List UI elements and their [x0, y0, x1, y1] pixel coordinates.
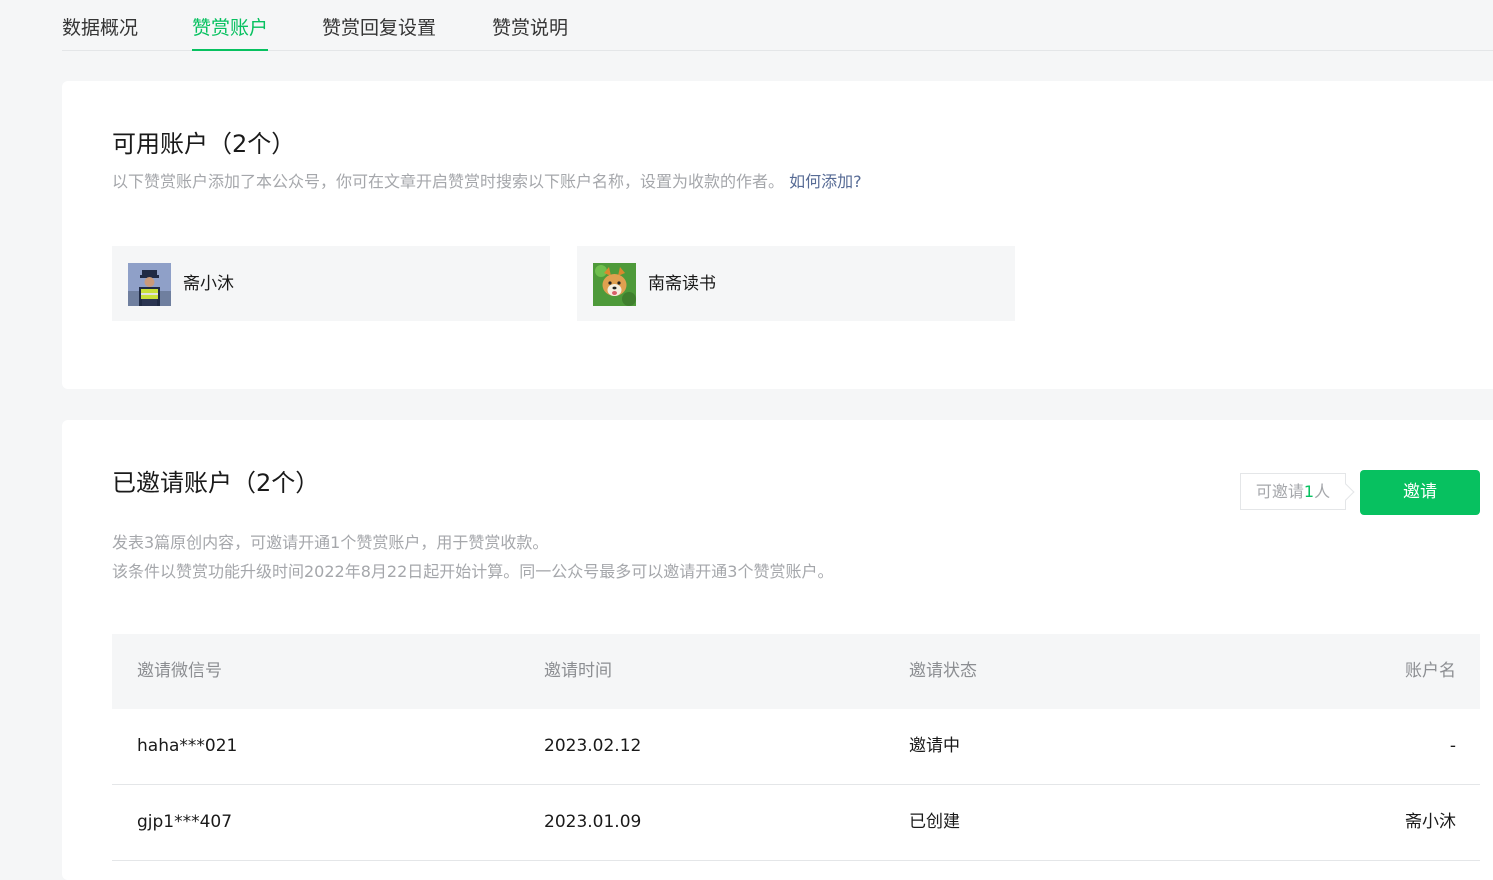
invited-desc-line1: 发表3篇原创内容，可邀请开通1个赞赏账户，用于赞赏收款。: [112, 533, 549, 552]
col-invite-time: 邀请时间: [544, 661, 612, 681]
available-accounts-desc: 以下赞赏账户添加了本公众号，你可在文章开启赞赏时搜索以下账户名称，设置为收款的作…: [112, 167, 862, 196]
account-card-2[interactable]: 南斋读书: [577, 246, 1015, 321]
quota-suffix: 人: [1314, 482, 1331, 501]
invited-desc-line2: 该条件以赞赏功能升级时间2022年8月22日起开始计算。同一公众号最多可以邀请开…: [112, 562, 834, 581]
table-row: gjp1***407 2023.01.09 已创建 斋小沐: [112, 785, 1480, 861]
tab-reward-instructions[interactable]: 赞赏说明: [492, 14, 568, 49]
tip-arrow-icon: [1337, 483, 1355, 501]
table-row: haha***021 2023.02.12 邀请中 -: [112, 709, 1480, 785]
how-to-add-link[interactable]: 如何添加?: [789, 172, 862, 191]
quota-prefix: 可邀请: [1255, 482, 1304, 501]
available-accounts-title: 可用账户（2个）: [112, 130, 296, 158]
police-avatar: [128, 263, 171, 306]
available-accounts-card: 可用账户（2个） 以下赞赏账户添加了本公众号，你可在文章开启赞赏时搜索以下账户名…: [62, 81, 1493, 389]
invited-accounts-table: 邀请微信号 邀请时间 邀请状态 账户名 haha***021 2023.02.1…: [112, 634, 1480, 861]
row-invite-status: 邀请中: [909, 736, 960, 756]
row-account-name: 斋小沐: [1405, 812, 1456, 832]
tab-data-overview[interactable]: 数据概况: [62, 14, 138, 49]
invited-accounts-card: 已邀请账户（2个） 可邀请1人 邀请 发表3篇原创内容，可邀请开通1个赞赏账户，…: [62, 420, 1493, 880]
col-wechat-id: 邀请微信号: [137, 661, 222, 681]
tab-reward-accounts[interactable]: 赞赏账户: [192, 14, 269, 51]
row-wechat-id: haha***021: [137, 736, 238, 756]
table-header: 邀请微信号 邀请时间 邀请状态 账户名: [112, 634, 1480, 709]
invited-accounts-title: 已邀请账户（2个）: [112, 469, 320, 497]
invite-button[interactable]: 邀请: [1360, 470, 1480, 515]
quota-number: 1: [1303, 482, 1315, 501]
invite-quota-tip: 可邀请1人: [1240, 473, 1355, 510]
account-name-1: 斋小沐: [183, 274, 234, 294]
row-invite-time: 2023.02.12: [544, 736, 642, 756]
top-tabs: 数据概况 赞赏账户 赞赏回复设置 赞赏说明: [62, 0, 1493, 51]
dog-avatar: [593, 263, 636, 306]
available-desc-text: 以下赞赏账户添加了本公众号，你可在文章开启赞赏时搜索以下账户名称，设置为收款的作…: [112, 172, 785, 191]
row-invite-status: 已创建: [909, 812, 960, 832]
account-name-2: 南斋读书: [648, 274, 716, 294]
account-card-1[interactable]: 斋小沐: [112, 246, 550, 321]
row-wechat-id: gjp1***407: [137, 812, 233, 832]
row-invite-time: 2023.01.09: [544, 812, 642, 832]
col-invite-status: 邀请状态: [909, 661, 977, 681]
col-account-name: 账户名: [1405, 661, 1456, 681]
row-account-name: -: [1449, 736, 1456, 756]
tab-reward-reply-settings[interactable]: 赞赏回复设置: [322, 14, 436, 49]
